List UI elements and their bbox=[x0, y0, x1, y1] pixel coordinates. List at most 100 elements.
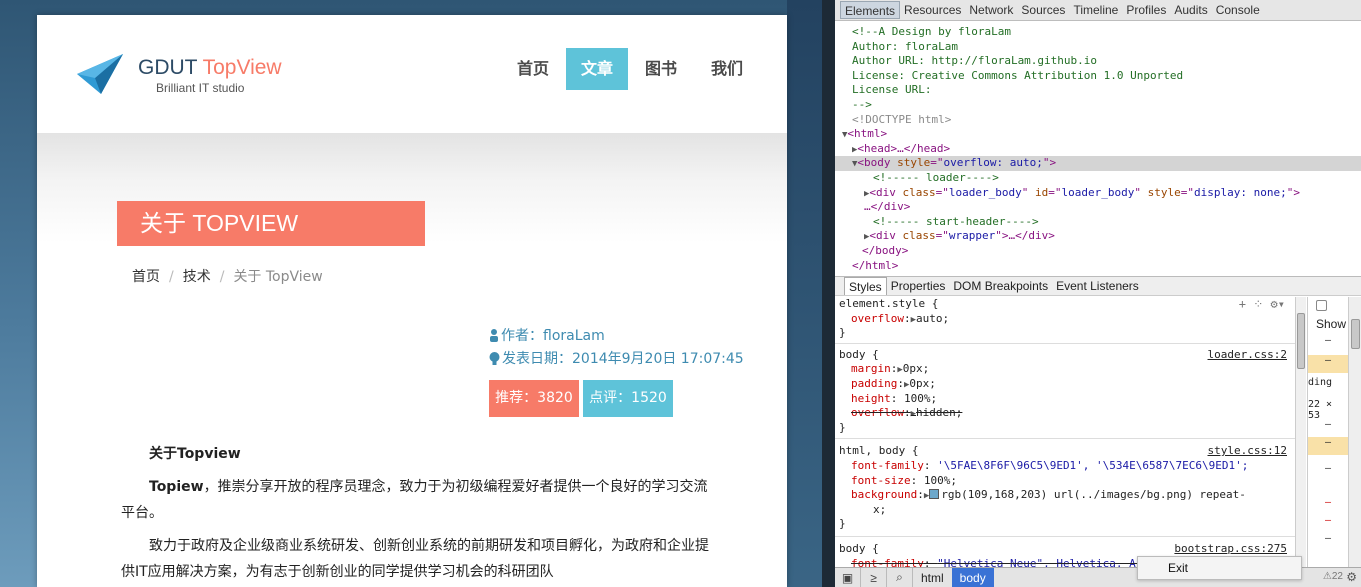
tab-network[interactable]: Network bbox=[965, 1, 1017, 19]
dom-node-loader-div[interactable]: ▶<div class="loader_body" id="loader_bod… bbox=[835, 186, 1361, 201]
add-rule-icon[interactable]: + bbox=[1239, 297, 1246, 311]
metrics-padding-label: ding bbox=[1308, 377, 1333, 388]
style-tools: + ⁘ ⚙▾ bbox=[1239, 297, 1285, 311]
devtools-panel: Elements Resources Network Sources Timel… bbox=[835, 0, 1361, 587]
page-container: GDUT TopView Brilliant IT studio 首页 文章 图… bbox=[37, 15, 787, 587]
dom-node-html[interactable]: ▼<html> bbox=[835, 127, 1361, 142]
css-selector[interactable]: element.style { bbox=[839, 297, 1291, 312]
metrics-scrollbar[interactable] bbox=[1348, 297, 1361, 567]
tab-profiles[interactable]: Profiles bbox=[1122, 1, 1170, 19]
metrics-margin-value: – bbox=[1324, 533, 1332, 544]
dom-comment-loader[interactable]: <!----- loader----> bbox=[835, 171, 1361, 186]
author-text[interactable]: 作者：floraLam bbox=[501, 328, 605, 344]
page-scrollbar[interactable] bbox=[822, 0, 835, 587]
css-source-link[interactable]: bootstrap.css:275 bbox=[1174, 542, 1287, 555]
console-toggle-icon[interactable]: ≥ bbox=[861, 567, 887, 587]
article-heading: 关于Topview bbox=[149, 446, 241, 462]
dom-node-loader-close[interactable]: …</div> bbox=[835, 200, 1361, 215]
subtab-event-listeners[interactable]: Event Listeners bbox=[1052, 277, 1143, 295]
crumb-body[interactable]: body bbox=[951, 567, 994, 587]
dom-node-html-close[interactable]: </html> bbox=[835, 259, 1361, 274]
brand-name[interactable]: GDUT TopView bbox=[138, 56, 282, 80]
tab-audits[interactable]: Audits bbox=[1170, 1, 1211, 19]
metrics-margin-value: – bbox=[1324, 335, 1332, 346]
dom-node-head[interactable]: ▶<head>…</head> bbox=[835, 142, 1361, 157]
article-paragraph: Topiew，推崇分享开放的程序员理念，致力于为初级编程爱好者提供一个良好的学习… bbox=[121, 479, 708, 521]
inspect-search-icon[interactable]: ⌕ bbox=[887, 567, 913, 587]
article-paragraph: 致力于政府及企业级商业系统研发、创新创业系统的前期研发和项目孵化，为政府和企业提… bbox=[121, 538, 709, 580]
tab-timeline[interactable]: Timeline bbox=[1069, 1, 1122, 19]
metrics-border-value: – bbox=[1308, 437, 1348, 455]
show-inherited-label: Show bbox=[1316, 317, 1347, 331]
css-declaration[interactable]: margin:▶0px; bbox=[839, 362, 1291, 377]
subtab-properties[interactable]: Properties bbox=[887, 277, 950, 295]
comments-badge[interactable]: 点评：1520 bbox=[583, 380, 673, 417]
nav-home[interactable]: 首页 bbox=[500, 48, 566, 90]
dom-comment-line[interactable]: License: Creative Commons Attribution 1.… bbox=[835, 69, 1361, 84]
tab-elements[interactable]: Elements bbox=[840, 1, 901, 19]
breadcrumb-home[interactable]: 首页 bbox=[132, 269, 160, 285]
nav-articles[interactable]: 文章 bbox=[566, 48, 629, 90]
metrics-scroll-thumb[interactable] bbox=[1351, 319, 1360, 349]
css-declaration[interactable]: padding:▶0px; bbox=[839, 377, 1291, 392]
tab-resources[interactable]: Resources bbox=[900, 1, 965, 19]
dom-node-wrapper-div[interactable]: ▶<div class="wrapper">…</div> bbox=[835, 229, 1361, 244]
css-rule-body-loader: loader.css:2 body { margin:▶0px; padding… bbox=[835, 344, 1295, 440]
warning-count[interactable]: ⚠22 bbox=[1323, 571, 1343, 582]
dom-node-body-close[interactable]: </body> bbox=[835, 244, 1361, 259]
publish-date: 发表日期：2014年9月20日 17:07:45 bbox=[502, 351, 744, 367]
paper-plane-logo-icon[interactable] bbox=[77, 54, 123, 94]
show-inherited-checkbox[interactable] bbox=[1316, 300, 1327, 311]
devtools-tabs: Elements Resources Network Sources Timel… bbox=[835, 0, 1361, 21]
css-brace: } bbox=[839, 420, 846, 434]
nav-about-us[interactable]: 我们 bbox=[694, 48, 760, 90]
dock-icon[interactable]: ▣ bbox=[835, 567, 861, 587]
subtab-styles[interactable]: Styles bbox=[844, 277, 887, 295]
dom-comment-line[interactable]: Author URL: http://floraLam.github.io bbox=[835, 54, 1361, 69]
tab-sources[interactable]: Sources bbox=[1017, 1, 1069, 19]
styles-scrollbar[interactable] bbox=[1295, 297, 1306, 567]
tab-console[interactable]: Console bbox=[1212, 1, 1264, 19]
css-declaration-overridden[interactable]: overflow:▶hidden; bbox=[839, 406, 1291, 421]
metrics-content-size: 22 × 53 bbox=[1308, 399, 1333, 421]
breadcrumb: 首页 / 技术 / 关于 TopView bbox=[132, 266, 323, 286]
dom-comment-line[interactable]: License URL: bbox=[835, 83, 1361, 98]
metrics-pane: Show – – ding 22 × 53 – – – – – – bbox=[1307, 297, 1361, 567]
recommend-badge[interactable]: 推荐：3820 bbox=[489, 380, 579, 417]
settings-gear-icon[interactable]: ⚙ bbox=[1346, 570, 1357, 584]
styles-scroll-thumb[interactable] bbox=[1297, 313, 1305, 369]
author-row: 作者：floraLam bbox=[489, 325, 744, 348]
date-row: 发表日期：2014年9月20日 17:07:45 bbox=[489, 348, 744, 371]
css-source-link[interactable]: style.css:12 bbox=[1208, 444, 1287, 457]
css-rule-html-body: style.css:12 html, body { font-family: '… bbox=[835, 439, 1295, 537]
subtab-dom-breakpoints[interactable]: DOM Breakpoints bbox=[949, 277, 1052, 295]
dom-node-body-selected[interactable]: ▼<body style="overflow: auto;"> bbox=[835, 156, 1361, 171]
content-area: 关于 TOPVIEW 首页 / 技术 / 关于 TopView 作者：floraLam … bbox=[37, 133, 787, 587]
toggle-state-icon[interactable]: ⁘ bbox=[1253, 297, 1263, 311]
dom-doctype[interactable]: <!DOCTYPE html> bbox=[835, 113, 1361, 128]
css-declaration[interactable]: font-size: 100%; bbox=[839, 474, 1291, 489]
css-declaration[interactable]: overflow:▶auto; bbox=[839, 312, 1291, 327]
lightbulb-icon bbox=[489, 352, 500, 365]
crumb-html[interactable]: html bbox=[913, 568, 952, 587]
site-header: GDUT TopView Brilliant IT studio 首页 文章 图… bbox=[37, 15, 787, 133]
color-swatch-icon[interactable] bbox=[929, 489, 940, 500]
css-declaration[interactable]: font-family: '\5FAE\8F6F\96C5\9ED1', '\5… bbox=[839, 459, 1291, 474]
dom-comment-header[interactable]: <!----- start-header----> bbox=[835, 215, 1361, 230]
nav-books[interactable]: 图书 bbox=[628, 48, 694, 90]
settings-gear-icon[interactable]: ⚙▾ bbox=[1271, 297, 1285, 311]
dom-comment-line[interactable]: --> bbox=[835, 98, 1361, 113]
page-title: 关于 TOPVIEW bbox=[117, 201, 425, 246]
css-declaration[interactable]: background:▶ rgb(109,168,203) url(../imag… bbox=[839, 488, 1291, 503]
css-declaration[interactable]: height: 100%; bbox=[839, 392, 1291, 407]
dom-tree: <!--A Design by floraLam Author: floraLa… bbox=[835, 22, 1361, 274]
css-source-link[interactable]: loader.css:2 bbox=[1208, 348, 1287, 361]
dom-comment-line[interactable]: Author: floraLam bbox=[835, 40, 1361, 55]
styles-subtabs: Styles Properties DOM Breakpoints Event … bbox=[835, 276, 1361, 296]
css-brace: } bbox=[839, 326, 846, 340]
dom-comment-line[interactable]: <!--A Design by floraLam bbox=[835, 25, 1361, 40]
css-rule-element-style: + ⁘ ⚙▾ element.style { overflow:▶auto; } bbox=[835, 297, 1295, 344]
css-brace: } bbox=[839, 517, 846, 531]
exit-tooltip[interactable]: Exit bbox=[1137, 556, 1302, 580]
breadcrumb-tech[interactable]: 技术 bbox=[183, 269, 211, 285]
